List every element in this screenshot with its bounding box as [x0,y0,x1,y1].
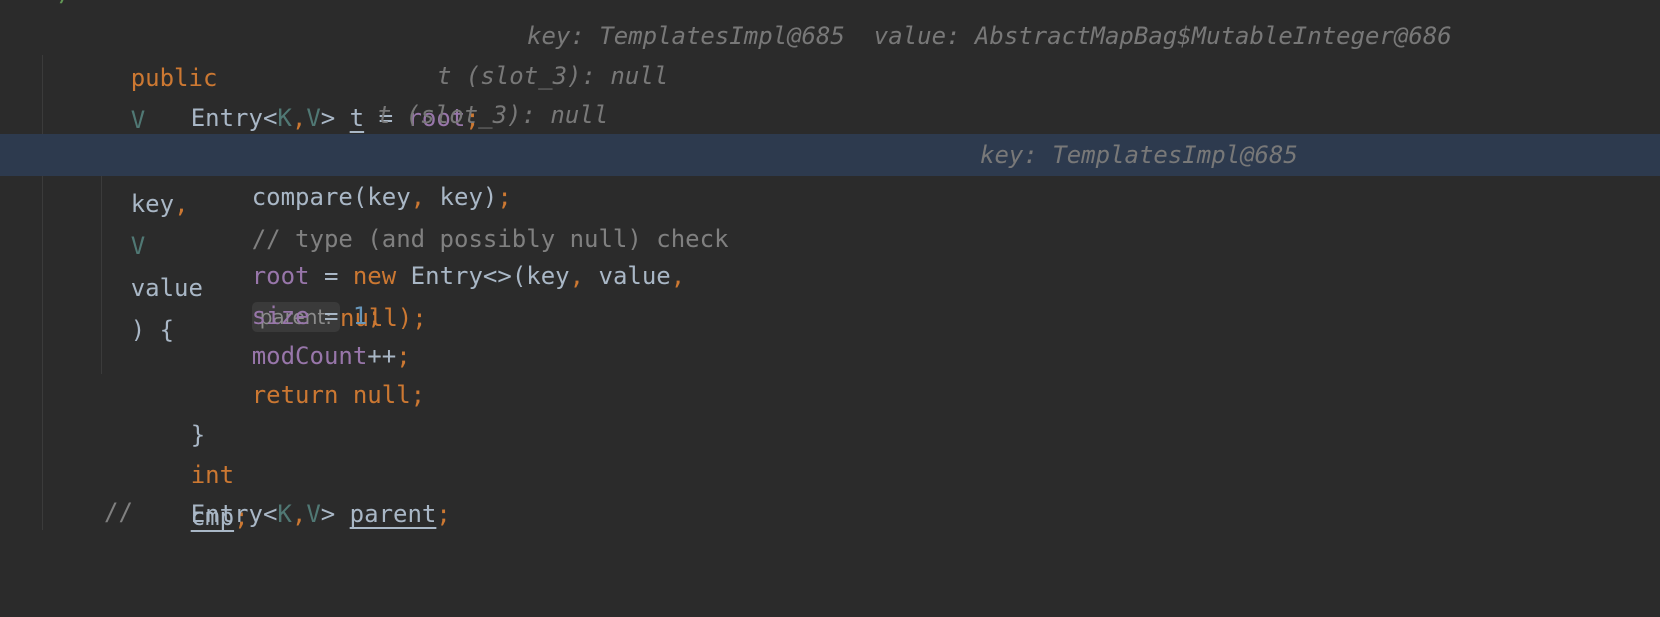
code-line-12[interactable]: Entry<K,V> parent; [0,451,1660,528]
code-line-13-partial[interactable]: // [0,491,1660,533]
debug-inline-value: key: TemplatesImpl@685 [980,141,1298,169]
code-line-3[interactable]: if (t == null) { t (slot_3): null [0,94,1660,171]
code-line-4-current-execution[interactable]: compare(key, key); // type (and possibly… [0,134,1660,253]
comment-end-fragment: */ [44,0,73,6]
code-editor[interactable]: */ public V put(K key, V value ) { key: … [0,0,1660,533]
comment-fragment: // [104,498,133,526]
code-line-7[interactable]: size = 1; [0,253,1660,330]
debug-inline-value: t (slot_3): null [437,62,669,90]
code-line-9[interactable]: return null; [0,332,1660,409]
debug-inline-value: key: TemplatesImpl@685 value: AbstractMa… [527,22,1452,50]
code-line-1[interactable]: public V put(K key, V value ) { key: Tem… [0,15,1660,344]
code-line-2[interactable]: Entry<K,V> t = root; t (slot_3): null [0,55,1660,132]
debug-inline-value: t (slot_3): null [377,101,609,129]
code-line-8[interactable]: modCount++; [0,293,1660,370]
code-line-6[interactable]: root = new Entry<>(key, value, parent: nu… [0,213,1660,332]
code-line-11[interactable]: int cmp; [0,412,1660,531]
code-line-10[interactable]: } [0,372,1660,449]
code-line-5-empty[interactable] [0,174,1660,216]
